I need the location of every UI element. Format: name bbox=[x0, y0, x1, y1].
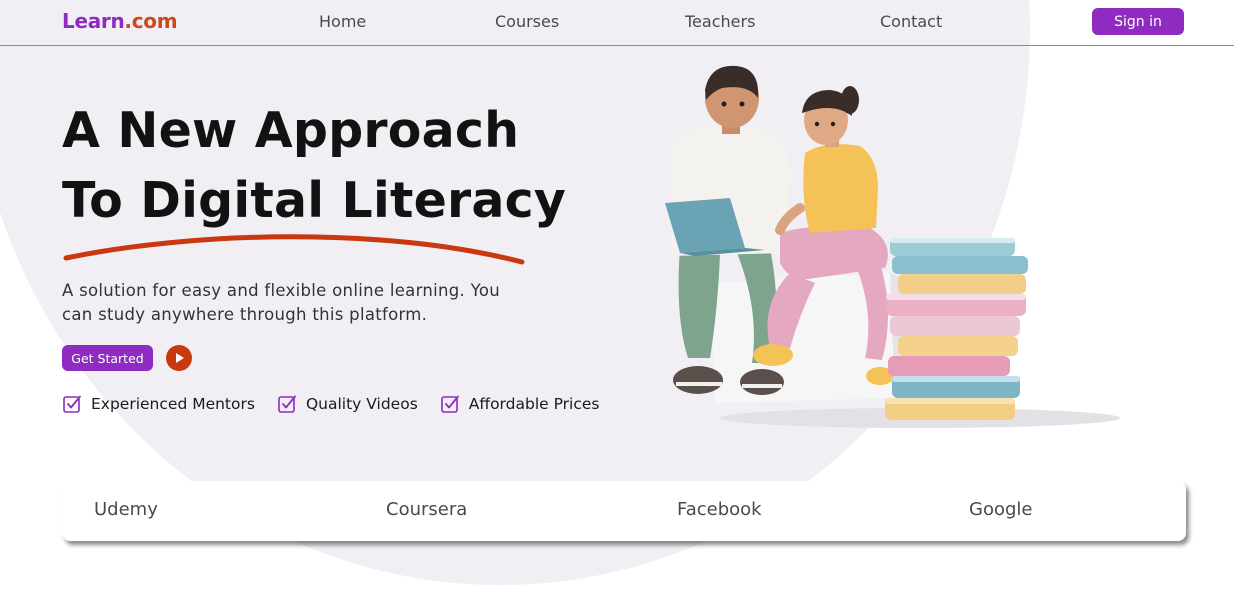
partners-strip: Udemy Coursera Facebook Google bbox=[62, 481, 1186, 541]
play-video-button[interactable] bbox=[166, 345, 192, 371]
signin-button[interactable]: Sign in bbox=[1092, 8, 1184, 35]
feature-item: Affordable Prices bbox=[440, 394, 600, 414]
nav-home[interactable]: Home bbox=[319, 12, 366, 31]
feature-list: Experienced Mentors Quality Videos Affor… bbox=[62, 394, 621, 414]
partner-coursera[interactable]: Coursera bbox=[386, 499, 467, 520]
hero-headline: A New Approach To Digital Literacy bbox=[62, 96, 566, 236]
checkbox-check-icon bbox=[63, 395, 81, 413]
hero-headline-line2: To Digital Literacy bbox=[62, 172, 567, 229]
feature-label: Affordable Prices bbox=[468, 395, 600, 413]
checkbox-check-icon bbox=[440, 395, 459, 413]
feature-item: Experienced Mentors bbox=[62, 394, 255, 414]
partner-google[interactable]: Google bbox=[969, 499, 1032, 520]
nav-courses[interactable]: Courses bbox=[495, 12, 559, 31]
navbar: Learn.com Home Courses Teachers Contact … bbox=[0, 0, 1234, 46]
feature-label: Quality Videos bbox=[305, 395, 418, 413]
feature-label: Experienced Mentors bbox=[91, 395, 255, 413]
headline-underline-swoosh bbox=[63, 234, 525, 265]
partner-facebook[interactable]: Facebook bbox=[677, 499, 762, 520]
logo-text-learn: Learn bbox=[62, 9, 125, 33]
nav-contact[interactable]: Contact bbox=[880, 12, 942, 31]
book-stack bbox=[885, 238, 1028, 420]
hero-illustration bbox=[665, 65, 1120, 428]
feature-item: Quality Videos bbox=[277, 394, 418, 414]
hero-headline-line1: A New Approach bbox=[62, 102, 520, 159]
hero-subtext: A solution for easy and flexible online … bbox=[62, 281, 500, 324]
logo[interactable]: Learn.com bbox=[62, 9, 178, 33]
partner-udemy[interactable]: Udemy bbox=[94, 499, 158, 520]
checkbox-check-icon bbox=[278, 395, 296, 413]
nav-teachers[interactable]: Teachers bbox=[685, 12, 755, 31]
play-icon bbox=[176, 353, 184, 363]
get-started-button[interactable]: Get Started bbox=[62, 345, 153, 371]
logo-text-com: .com bbox=[124, 9, 178, 33]
